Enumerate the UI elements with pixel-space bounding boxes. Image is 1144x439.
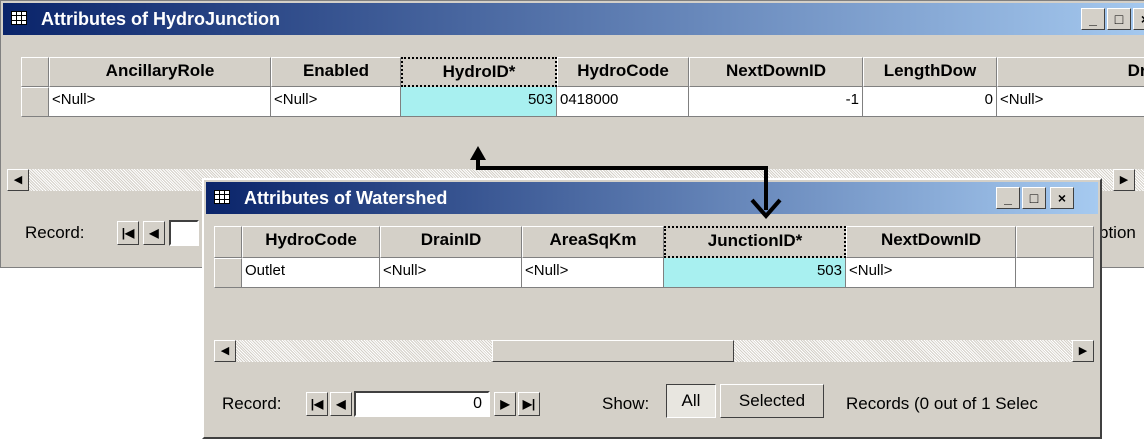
column-header-enabled[interactable]: Enabled	[271, 57, 401, 87]
column-header-nextdownid[interactable]: NextDownID	[689, 57, 863, 87]
minimize-button[interactable]: _	[996, 187, 1020, 209]
record-field[interactable]	[169, 220, 199, 246]
row-selector[interactable]	[214, 258, 242, 288]
horizontal-scrollbar[interactable]: ◀ ▶	[214, 340, 1094, 362]
options-button-fragment[interactable]: ption	[1099, 223, 1136, 243]
record-number-field[interactable]: 0	[354, 391, 490, 417]
show-all-button[interactable]: All	[666, 384, 716, 418]
column-header-dra[interactable]: Dra	[997, 57, 1144, 87]
table-icon	[11, 11, 27, 25]
column-header-hydroid[interactable]: HydroID*	[401, 57, 557, 87]
hydrojunction-table: AncillaryRole Enabled HydroID* HydroCode…	[15, 57, 1144, 167]
row-selector-header[interactable]	[21, 57, 49, 87]
scroll-left-icon[interactable]: ◀	[7, 169, 29, 191]
previous-record-icon[interactable]: ◀	[143, 221, 165, 245]
previous-record-icon[interactable]: ◀	[330, 392, 352, 416]
record-label: Record:	[222, 394, 282, 413]
row-selector-header[interactable]	[214, 226, 242, 258]
column-header-lengthdow[interactable]: LengthDow	[863, 57, 997, 87]
table-cell[interactable]: <Null>	[271, 87, 401, 117]
last-record-icon[interactable]: ▶|	[518, 392, 540, 416]
table-cell[interactable]: <Null>	[522, 258, 664, 288]
column-header-drainid[interactable]: DrainID	[380, 226, 522, 258]
scroll-left-icon[interactable]: ◀	[214, 340, 236, 362]
column-header-ancillaryrole[interactable]: AncillaryRole	[49, 57, 271, 87]
records-status: Records (0 out of 1 Selec	[846, 394, 1038, 413]
table-cell[interactable]: 0418000	[557, 87, 689, 117]
scrollbar-thumb[interactable]	[492, 340, 734, 362]
column-header-blank[interactable]	[1016, 226, 1094, 258]
table-cell[interactable]: Outlet	[242, 258, 380, 288]
watershed-table: HydroCode DrainID AreaSqKm JunctionID* N…	[214, 226, 1094, 346]
maximize-button[interactable]: □	[1107, 8, 1131, 30]
table-cell[interactable]: <Null>	[49, 87, 271, 117]
window-title: Attributes of Watershed	[244, 188, 448, 208]
scroll-right-icon[interactable]: ▶	[1113, 169, 1135, 191]
window-title: Attributes of HydroJunction	[41, 9, 280, 29]
column-header-nextdownid[interactable]: NextDownID	[846, 226, 1016, 258]
watershed-window: Attributes of Watershed _ □ × HydroCode …	[202, 178, 1102, 439]
junctionid-cell[interactable]: 503	[664, 258, 846, 288]
first-record-icon[interactable]: |◀	[117, 221, 139, 245]
first-record-icon[interactable]: |◀	[306, 392, 328, 416]
table-cell[interactable]: <Null>	[846, 258, 1016, 288]
table-cell[interactable]: -1	[689, 87, 863, 117]
show-selected-button[interactable]: Selected	[720, 384, 824, 418]
row-selector[interactable]	[21, 87, 49, 117]
column-header-areasqkm[interactable]: AreaSqKm	[522, 226, 664, 258]
table-icon	[214, 190, 230, 204]
minimize-button[interactable]: _	[1081, 8, 1105, 30]
show-label: Show:	[602, 394, 650, 413]
table-cell[interactable]: <Null>	[380, 258, 522, 288]
watershed-titlebar[interactable]: Attributes of Watershed _ □ ×	[206, 182, 1098, 214]
next-record-icon[interactable]: ▶	[494, 392, 516, 416]
column-header-hydrocode[interactable]: HydroCode	[242, 226, 380, 258]
table-cell[interactable]: 0	[863, 87, 997, 117]
record-label: Record:	[25, 223, 85, 242]
hydrojunction-titlebar[interactable]: Attributes of HydroJunction _ □ ×	[3, 3, 1144, 35]
close-button[interactable]: ×	[1133, 8, 1144, 30]
column-header-junctionid[interactable]: JunctionID*	[664, 226, 846, 258]
close-button[interactable]: ×	[1050, 187, 1074, 209]
table-cell[interactable]	[1016, 258, 1094, 288]
column-header-hydrocode[interactable]: HydroCode	[557, 57, 689, 87]
table-cell[interactable]: <Null>	[997, 87, 1144, 117]
hydroid-cell[interactable]: 503	[401, 87, 557, 117]
maximize-button[interactable]: □	[1022, 187, 1046, 209]
scroll-right-icon[interactable]: ▶	[1072, 340, 1094, 362]
